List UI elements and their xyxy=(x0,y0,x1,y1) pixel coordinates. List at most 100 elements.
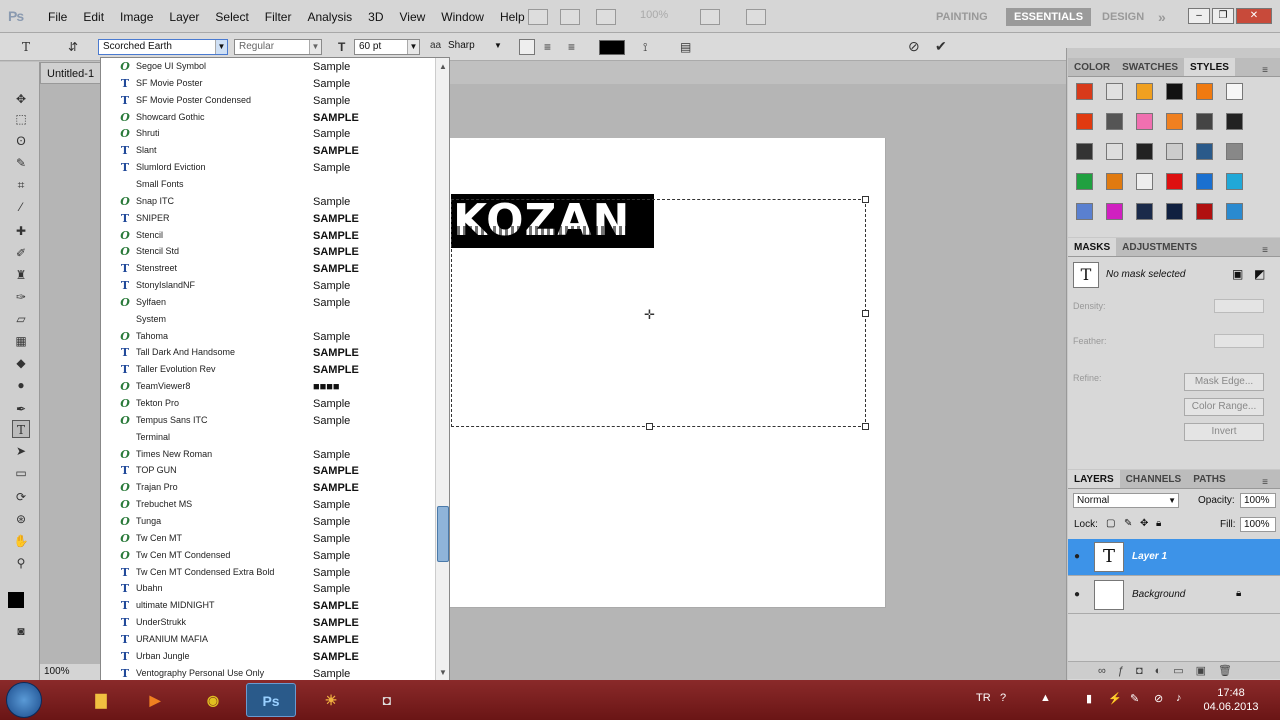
font-size-select[interactable]: 60 pt ▼ xyxy=(354,39,420,55)
lasso-tool-icon[interactable]: ʘ xyxy=(12,132,30,150)
style-swatch[interactable] xyxy=(1136,143,1153,160)
font-list-item[interactable]: O Showcard Gothic SAMPLE xyxy=(101,110,434,127)
vector-mask-icon[interactable]: ◩ xyxy=(1254,267,1265,281)
move-tool-icon[interactable]: ✥ xyxy=(12,90,30,108)
tray-icon[interactable]: ▲ xyxy=(1040,692,1051,704)
dodge-tool-icon[interactable]: ● xyxy=(12,376,30,394)
menu-layer[interactable]: Layer xyxy=(161,10,207,24)
style-swatch[interactable] xyxy=(1106,203,1123,220)
tray-icon[interactable]: ⊘ xyxy=(1154,692,1163,705)
menu-analysis[interactable]: Analysis xyxy=(299,10,360,24)
style-swatch[interactable] xyxy=(1106,113,1123,130)
align-center-icon[interactable]: ≡ xyxy=(544,40,551,54)
quick-select-tool-icon[interactable]: ✎ xyxy=(12,154,30,172)
tray-icon[interactable]: ✎ xyxy=(1130,692,1139,705)
style-swatch[interactable] xyxy=(1196,83,1213,100)
layer-row[interactable]: ● T Layer 1 xyxy=(1068,539,1280,576)
antialias-select[interactable]: Sharp ▼ xyxy=(444,39,504,55)
style-swatch[interactable] xyxy=(1226,83,1243,100)
lock-pixels-icon[interactable]: ✎ xyxy=(1124,518,1132,529)
font-list-item[interactable]: T TOP GUN SAMPLE xyxy=(101,463,434,480)
help-icon[interactable]: ? xyxy=(1000,692,1006,704)
menu-help[interactable]: Help xyxy=(492,10,533,24)
scroll-down-icon[interactable]: ▼ xyxy=(438,668,448,678)
screen-mode-icon[interactable] xyxy=(746,9,766,25)
visibility-eye-icon[interactable]: ● xyxy=(1074,589,1080,600)
menu-window[interactable]: Window xyxy=(433,10,492,24)
font-list-item[interactable]: O Times New Roman Sample xyxy=(101,447,434,464)
brush-tool-icon[interactable]: ✐ xyxy=(12,244,30,262)
layer-row[interactable]: ● Background 🔒︎ xyxy=(1068,577,1280,614)
shape-tool-icon[interactable]: ▭ xyxy=(12,464,30,482)
weather-icon[interactable]: ☀ xyxy=(306,683,356,717)
font-list-item[interactable]: T Urban Jungle SAMPLE xyxy=(101,649,434,666)
style-swatch[interactable] xyxy=(1136,203,1153,220)
quick-mask-icon[interactable]: ◙ xyxy=(12,622,30,640)
menu-filter[interactable]: Filter xyxy=(257,10,300,24)
healing-tool-icon[interactable]: ✚ xyxy=(12,222,30,240)
style-swatch[interactable] xyxy=(1196,173,1213,190)
tab-layers[interactable]: LAYERS xyxy=(1068,470,1120,488)
tab-paths[interactable]: PATHS xyxy=(1187,470,1231,488)
opacity-field[interactable]: 100% xyxy=(1240,493,1276,508)
style-swatch[interactable] xyxy=(1196,203,1213,220)
font-list-item[interactable]: T Taller Evolution Rev SAMPLE xyxy=(101,362,434,379)
style-swatch[interactable] xyxy=(1106,83,1123,100)
extras-icon[interactable] xyxy=(596,9,616,25)
commit-icon[interactable]: ✔ xyxy=(935,38,947,55)
character-panel-icon[interactable]: ▤ xyxy=(680,40,691,54)
workspace-painting[interactable]: PAINTING xyxy=(936,8,988,26)
font-list-item[interactable]: O Tempus Sans ITC Sample xyxy=(101,413,434,430)
font-list-item[interactable]: O Stencil Std SAMPLE xyxy=(101,244,434,261)
font-list-item[interactable]: Small Fonts xyxy=(101,177,434,194)
gradient-tool-icon[interactable]: ▦ xyxy=(12,332,30,350)
3d-orbit-tool-icon[interactable]: ⊛ xyxy=(12,510,30,528)
zoom-tool-icon[interactable]: ⚲ xyxy=(12,554,30,572)
cancel-icon[interactable]: ⊘ xyxy=(908,38,920,55)
scroll-up-icon[interactable]: ▲ xyxy=(438,62,448,72)
3d-rotate-tool-icon[interactable]: ⟳ xyxy=(12,488,30,506)
font-list-item[interactable]: T UnderStrukk SAMPLE xyxy=(101,615,434,632)
visibility-eye-icon[interactable]: ● xyxy=(1074,551,1080,562)
start-button[interactable] xyxy=(6,682,42,718)
style-swatch[interactable] xyxy=(1136,113,1153,130)
style-swatch[interactable] xyxy=(1226,143,1243,160)
eyedropper-tool-icon[interactable]: ⁄ xyxy=(12,198,30,216)
style-swatch[interactable] xyxy=(1076,173,1093,190)
tab-masks[interactable]: MASKS xyxy=(1068,238,1117,256)
style-swatch[interactable] xyxy=(1196,113,1213,130)
volume-icon[interactable]: ♪ xyxy=(1176,692,1182,704)
font-list-item[interactable]: System xyxy=(101,312,434,329)
font-list-item[interactable]: O Stencil SAMPLE xyxy=(101,228,434,245)
style-swatch[interactable] xyxy=(1226,203,1243,220)
tray-icon[interactable]: ▮ xyxy=(1086,692,1092,705)
font-list-item[interactable]: O Sylfaen Sample xyxy=(101,295,434,312)
font-list-item[interactable]: O Shruti Sample xyxy=(101,126,434,143)
marquee-tool-icon[interactable]: ⬚ xyxy=(12,110,30,128)
menu-image[interactable]: Image xyxy=(112,10,161,24)
transform-handle[interactable] xyxy=(862,196,869,203)
menu-3d[interactable]: 3D xyxy=(360,10,391,24)
style-swatch[interactable] xyxy=(1136,173,1153,190)
eraser-tool-icon[interactable]: ▱ xyxy=(12,310,30,328)
font-list-item[interactable]: O Tunga Sample xyxy=(101,514,434,531)
language-indicator[interactable]: TR xyxy=(976,692,991,704)
warp-text-icon[interactable]: ⟟ xyxy=(643,40,647,55)
font-style-select[interactable]: Regular ▼ xyxy=(234,39,322,55)
font-list-item[interactable]: Terminal xyxy=(101,430,434,447)
tab-color[interactable]: COLOR xyxy=(1068,58,1116,76)
style-swatch[interactable] xyxy=(1226,173,1243,190)
text-orientation-icon[interactable]: ⇵ xyxy=(68,40,78,54)
zoom-status[interactable]: 100% xyxy=(40,664,100,680)
lock-all-icon[interactable]: 🔒︎ xyxy=(1156,518,1161,529)
transform-handle[interactable] xyxy=(862,310,869,317)
tab-styles[interactable]: STYLES xyxy=(1184,58,1235,76)
font-list-item[interactable]: O TeamViewer8 ■■■■ xyxy=(101,379,434,396)
stamp-tool-icon[interactable]: ♜ xyxy=(12,266,30,284)
style-swatch[interactable] xyxy=(1166,83,1183,100)
font-list-dropdown[interactable]: O Segoe UI Symbol Sample T SF Movie Poster Sa… xyxy=(100,57,450,682)
hand-tool-icon[interactable]: ✋ xyxy=(12,532,30,550)
style-swatch[interactable] xyxy=(1166,173,1183,190)
invert-button[interactable]: Invert xyxy=(1184,423,1264,441)
text-bounding-box[interactable] xyxy=(451,199,866,427)
